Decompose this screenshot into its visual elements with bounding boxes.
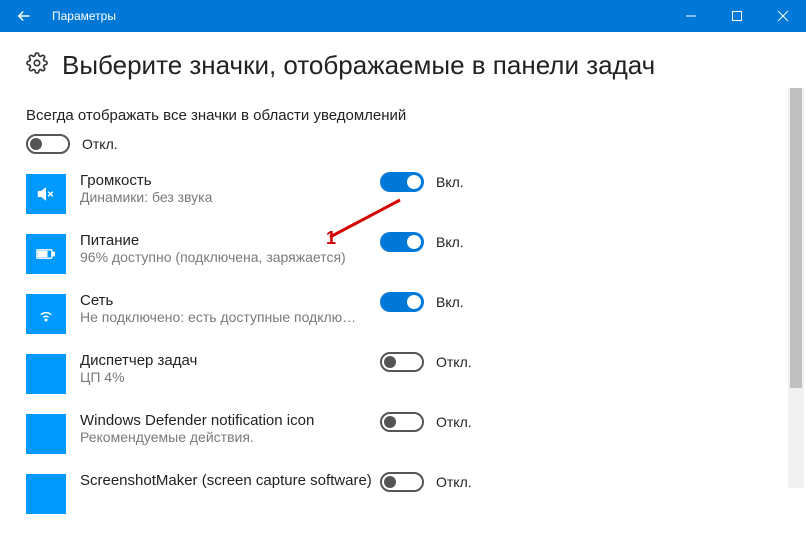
list-item: Питание 96% доступно (подключена, заряжа… [26,232,780,274]
icon-tile [26,234,66,274]
page-heading: Выберите значки, отображаемые в панели з… [26,50,780,81]
arrow-left-icon [15,7,33,25]
item-state-label: Откл. [436,474,472,490]
item-control: Откл. [380,352,472,372]
list-item: Windows Defender notification icon Реком… [26,412,780,454]
item-control: Вкл. [380,232,464,252]
item-title: ScreenshotMaker (screen capture software… [80,472,372,489]
item-title: Питание [80,232,372,249]
always-show-row: Откл. [26,134,780,154]
page-title: Выберите значки, отображаемые в панели з… [62,50,655,81]
back-button[interactable] [0,0,48,32]
item-state-label: Откл. [436,354,472,370]
window-controls [668,0,806,32]
list-item: ScreenshotMaker (screen capture software… [26,472,780,514]
item-text: Диспетчер задач ЦП 4% [80,352,380,385]
item-subtitle: Не подключено: есть доступные подклю… [80,309,372,325]
list-item: Сеть Не подключено: есть доступные подкл… [26,292,780,334]
item-text: Сеть Не подключено: есть доступные подкл… [80,292,380,325]
item-title: Сеть [80,292,372,309]
icon-tile [26,474,66,514]
item-state-label: Вкл. [436,174,464,190]
item-control: Вкл. [380,292,464,312]
always-show-label: Всегда отображать все значки в области у… [26,107,780,124]
item-toggle[interactable] [380,472,424,492]
item-control: Откл. [380,412,472,432]
item-title: Громкость [80,172,372,189]
item-control: Вкл. [380,172,464,192]
item-state-label: Откл. [436,414,472,430]
item-text: ScreenshotMaker (screen capture software… [80,472,380,489]
always-show-toggle[interactable] [26,134,70,154]
item-toggle[interactable] [380,172,424,192]
item-toggle[interactable] [380,352,424,372]
item-title: Диспетчер задач [80,352,372,369]
item-text: Питание 96% доступно (подключена, заряжа… [80,232,380,265]
icon-tile [26,174,66,214]
icon-tile [26,354,66,394]
icon-tile [26,294,66,334]
scrollbar-thumb[interactable] [790,88,802,388]
minimize-button[interactable] [668,0,714,32]
item-title: Windows Defender notification icon [80,412,372,429]
item-subtitle: Динамики: без звука [80,189,372,205]
icon-list: Громкость Динамики: без звука Вкл. Питан… [26,172,780,514]
item-text: Windows Defender notification icon Реком… [80,412,380,445]
titlebar: Параметры [0,0,806,32]
maximize-icon [731,10,743,22]
window-title: Параметры [48,9,668,23]
close-button[interactable] [760,0,806,32]
item-state-label: Вкл. [436,234,464,250]
item-subtitle: 96% доступно (подключена, заряжается) [80,249,372,265]
maximize-button[interactable] [714,0,760,32]
item-toggle[interactable] [380,232,424,252]
scrollbar[interactable] [788,88,804,488]
item-toggle[interactable] [380,412,424,432]
item-text: Громкость Динамики: без звука [80,172,380,205]
list-item: Громкость Динамики: без звука Вкл. [26,172,780,214]
always-show-state: Откл. [82,136,118,152]
close-icon [777,10,789,22]
list-item: Диспетчер задач ЦП 4% Откл. [26,352,780,394]
icon-tile [26,414,66,454]
gear-icon [26,52,48,79]
content-area: Выберите значки, отображаемые в панели з… [0,32,806,514]
item-toggle[interactable] [380,292,424,312]
item-subtitle: Рекомендуемые действия. [80,429,372,445]
minimize-icon [685,10,697,22]
item-state-label: Вкл. [436,294,464,310]
item-control: Откл. [380,472,472,492]
item-subtitle: ЦП 4% [80,369,372,385]
